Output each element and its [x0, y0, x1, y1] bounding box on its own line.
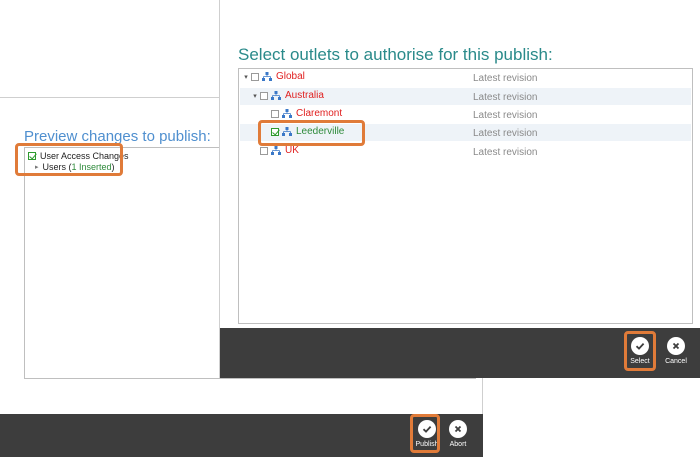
- org-chart-icon: [262, 72, 272, 81]
- outlet-checkbox-uk[interactable]: [260, 146, 268, 155]
- highlight-leederville: [258, 120, 365, 146]
- org-chart-icon: [271, 146, 281, 155]
- highlight-user-access-changes: [15, 143, 123, 176]
- outlet-name: Australia: [285, 90, 324, 101]
- outlet-name: UK: [285, 145, 299, 156]
- abort-label: Abort: [449, 441, 467, 448]
- select-outlets-dialog: Select outlets to authorise for this pub…: [219, 0, 700, 378]
- outlets-tree-panel: ▾ Global Latest revision ▾ Australia Lat…: [238, 68, 693, 324]
- abort-button[interactable]: Abort: [441, 414, 475, 448]
- cancel-button[interactable]: Cancel: [659, 331, 693, 365]
- select-dialog-title: Select outlets to authorise for this pub…: [238, 45, 553, 64]
- outlet-revision: Latest revision: [473, 128, 538, 139]
- outlet-checkbox-claremont[interactable]: [271, 109, 279, 118]
- outlet-row-australia[interactable]: ▾ Australia: [250, 90, 324, 101]
- close-icon: [667, 337, 685, 355]
- outlet-revision: Latest revision: [473, 73, 538, 84]
- triangle-down-icon[interactable]: ▾: [250, 92, 260, 100]
- cancel-label: Cancel: [665, 358, 687, 365]
- preview-dialog-footer: Publish Abort: [0, 414, 483, 457]
- outlet-revision: Latest revision: [473, 110, 538, 121]
- outlet-revision: Latest revision: [473, 92, 538, 103]
- close-icon: [449, 420, 467, 438]
- outlet-revision: Latest revision: [473, 147, 538, 158]
- outlet-checkbox-global[interactable]: [251, 72, 259, 81]
- select-dialog-footer: Select Cancel: [220, 328, 700, 378]
- outlet-name: Global: [276, 71, 305, 82]
- outlet-row-claremont[interactable]: Claremont: [271, 108, 342, 119]
- outlet-row-global[interactable]: ▾ Global: [241, 71, 305, 82]
- highlight-select-button: [624, 331, 656, 371]
- outlet-checkbox-australia[interactable]: [260, 91, 268, 100]
- org-chart-icon: [271, 91, 281, 100]
- triangle-down-icon[interactable]: ▾: [241, 73, 251, 81]
- highlight-publish-button: [410, 414, 440, 453]
- outlet-name: Claremont: [296, 108, 343, 119]
- outlet-row-uk[interactable]: UK: [260, 145, 299, 156]
- org-chart-icon: [282, 109, 292, 118]
